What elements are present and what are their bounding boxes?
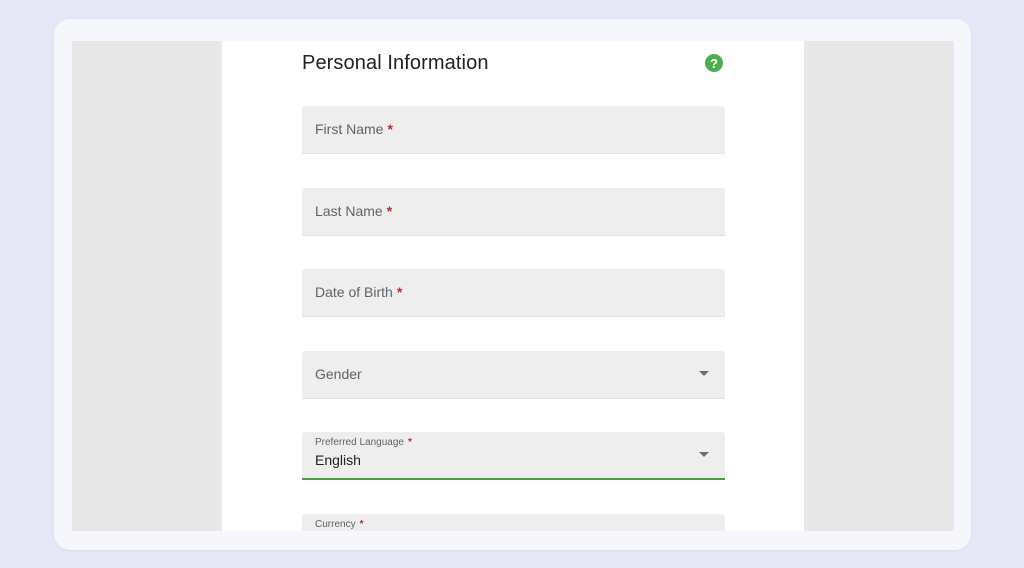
help-icon[interactable]: ? — [705, 54, 723, 72]
dropdown-arrow-icon[interactable] — [699, 371, 709, 376]
preferred-language-label: Preferred Language * — [315, 437, 412, 448]
currency-label: Currency * — [315, 519, 364, 530]
gender-select[interactable]: Gender — [302, 351, 725, 399]
date-of-birth-field[interactable]: Date of Birth * — [302, 269, 725, 317]
page-title: Personal Information — [302, 52, 489, 74]
gender-label: Gender — [315, 366, 362, 382]
required-marker: * — [359, 519, 364, 530]
currency-select[interactable]: Currency * — [302, 514, 725, 531]
dropdown-arrow-icon[interactable] — [699, 452, 709, 457]
last-name-field[interactable]: Last Name * — [302, 188, 725, 236]
required-marker: * — [396, 284, 403, 300]
form-panel: Personal Information ? First Name * Last … — [222, 41, 804, 531]
required-marker: * — [407, 437, 412, 448]
required-marker: * — [387, 121, 393, 137]
app-frame: Personal Information ? First Name * Last … — [54, 19, 971, 550]
viewport: Personal Information ? First Name * Last … — [72, 41, 954, 531]
preferred-language-value: English — [315, 452, 361, 468]
preferred-language-select[interactable]: Preferred Language * English — [302, 432, 725, 480]
first-name-field[interactable]: First Name * — [302, 106, 725, 154]
date-of-birth-label: Date of Birth * — [315, 284, 403, 300]
required-marker: * — [386, 203, 393, 219]
last-name-label: Last Name * — [315, 203, 393, 219]
first-name-label: First Name * — [315, 121, 393, 137]
